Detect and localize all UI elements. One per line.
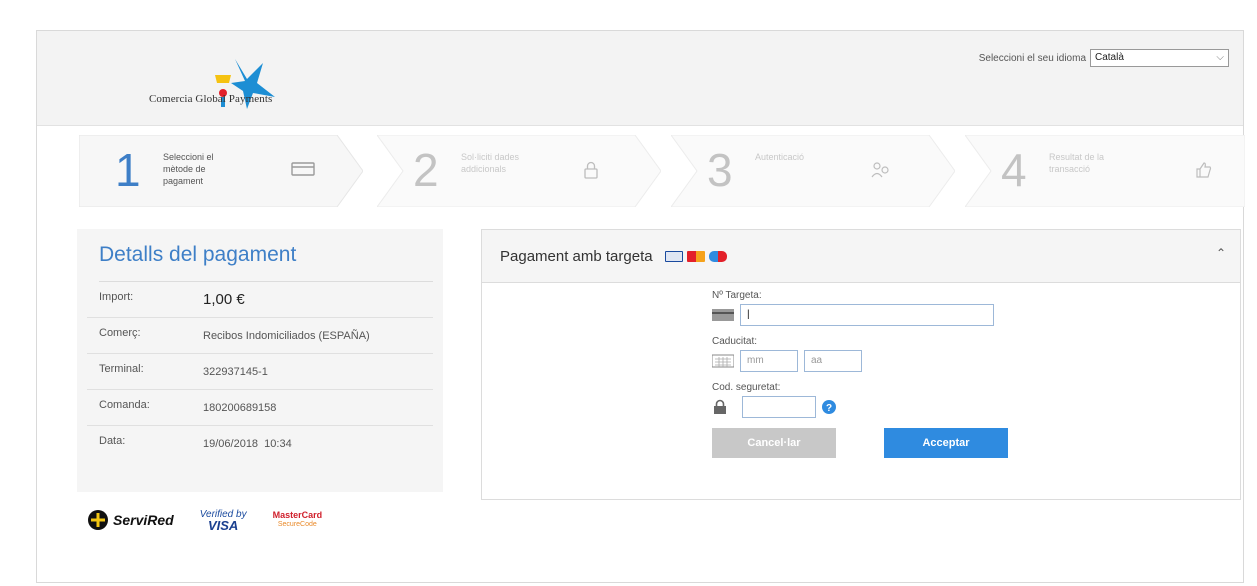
detail-value: 19/06/2018 10:34: [203, 438, 292, 450]
expiry-year-input[interactable]: aa: [804, 350, 862, 372]
details-title: Detalls del pagament: [99, 243, 433, 282]
accept-button[interactable]: Acceptar: [884, 428, 1008, 458]
svg-text:?: ?: [826, 403, 832, 414]
security-badges: ServiRed Verified by VISA MasterCard Sec…: [87, 509, 323, 533]
calendar-icon: [712, 354, 734, 368]
detail-key: Data:: [99, 435, 126, 447]
accepted-cards: [664, 250, 727, 262]
detail-value: 1,00 €: [203, 291, 245, 308]
cancel-button[interactable]: Cancel·lar: [712, 428, 836, 458]
step-number: 4: [1001, 144, 1027, 196]
detail-row-date: Data: 19/06/2018 10:34: [87, 426, 433, 461]
servired-logo-icon: [88, 510, 108, 530]
detail-row-merchant: Comerç: Recibos Indomiciliados (ESPAÑA): [87, 318, 433, 354]
expiry-month-input[interactable]: mm: [740, 350, 798, 372]
step-label: Sol·liciti dades addicionals: [461, 152, 520, 174]
language-dropdown[interactable]: Català ⌵: [1090, 49, 1229, 67]
chevron-down-icon: ⌵: [1216, 52, 1224, 63]
users-icon: [871, 162, 889, 178]
detail-key: Terminal:: [99, 363, 144, 375]
mc-bottom: SecureCode: [277, 521, 317, 528]
detail-key: Comerç:: [99, 327, 141, 339]
detail-row-terminal: Terminal: 322937145-1: [87, 354, 433, 390]
verified-by-visa-badge: Verified by VISA: [200, 509, 247, 533]
detail-key: Import:: [99, 291, 134, 303]
language-selector: Seleccioni el seu idioma Català ⌵: [979, 49, 1229, 67]
logo-text: Comercia Global Payments: [149, 93, 273, 105]
collapse-caret-icon[interactable]: ⌃: [1216, 246, 1226, 260]
lock-icon: [714, 399, 726, 414]
step-label: Autenticació: [755, 152, 805, 162]
step-number: 3: [707, 144, 733, 196]
step-label: Seleccioni el mètode de pagament: [163, 152, 214, 186]
step-3: 3 Autenticació: [671, 135, 955, 207]
detail-value: 322937145-1: [203, 366, 268, 378]
help-icon[interactable]: ?: [822, 400, 836, 414]
vbv-bottom: VISA: [207, 518, 239, 533]
visa-card-icon: [664, 250, 683, 262]
step-number: 1: [115, 144, 141, 196]
step-4: 4 Resultat de la transacció: [965, 135, 1245, 207]
mc-top: MasterCard: [272, 510, 323, 520]
expiry-label: Caducitat:: [712, 336, 758, 347]
detail-value: 180200689158: [203, 402, 277, 414]
mastercard-icon: [686, 250, 705, 262]
step-1: 1 Seleccioni el mètode de pagament: [79, 135, 363, 207]
maestro-icon: [708, 250, 727, 262]
detail-key: Comanda:: [99, 399, 150, 411]
servired-badge: ServiRed: [87, 509, 174, 531]
servired-text: ServiRed: [113, 512, 174, 528]
card-payment-panel: Pagament amb targeta ⌃ Nº Targeta: | Cad…: [481, 229, 1241, 500]
language-label: Seleccioni el seu idioma: [978, 52, 1086, 64]
header: Comercia Global Payments Seleccioni el s…: [37, 31, 1243, 126]
card-payment-title: Pagament amb targeta: [500, 247, 653, 265]
step-label: Resultat de la transacció: [1049, 152, 1105, 174]
card-payment-header[interactable]: Pagament amb targeta ⌃: [482, 230, 1240, 283]
mastercard-securecode-badge: MasterCard SecureCode: [273, 510, 323, 530]
detail-row-import: Import: 1,00 €: [87, 282, 433, 318]
form-buttons: Cancel·lar Acceptar: [712, 428, 1008, 458]
detail-row-order: Comanda: 180200689158: [87, 390, 433, 426]
step-2: 2 Sol·liciti dades addicionals: [377, 135, 661, 207]
lock-icon: [584, 161, 598, 179]
card-form: Nº Targeta: | Caducitat: mm aa Cod. segu…: [712, 290, 1008, 458]
language-selected: Català: [1095, 52, 1124, 63]
payment-page: Comercia Global Payments Seleccioni el s…: [36, 30, 1245, 583]
thumbs-up-icon: [1196, 162, 1212, 178]
credit-card-icon: [712, 309, 734, 321]
credit-card-icon: [291, 162, 315, 176]
step-number: 2: [413, 144, 439, 196]
cvv-label: Cod. seguretat:: [712, 382, 781, 393]
detail-value: Recibos Indomiciliados (ESPAÑA): [203, 330, 370, 342]
card-number-label: Nº Targeta:: [712, 290, 762, 301]
cvv-input[interactable]: [742, 396, 816, 418]
caixabank-star-logo: [215, 59, 275, 109]
card-number-input[interactable]: |: [740, 304, 994, 326]
payment-details-panel: Detalls del pagament Import: 1,00 € Come…: [77, 229, 443, 492]
progress-steps: 1 Seleccioni el mètode de pagament 2 Sol…: [79, 135, 1245, 207]
